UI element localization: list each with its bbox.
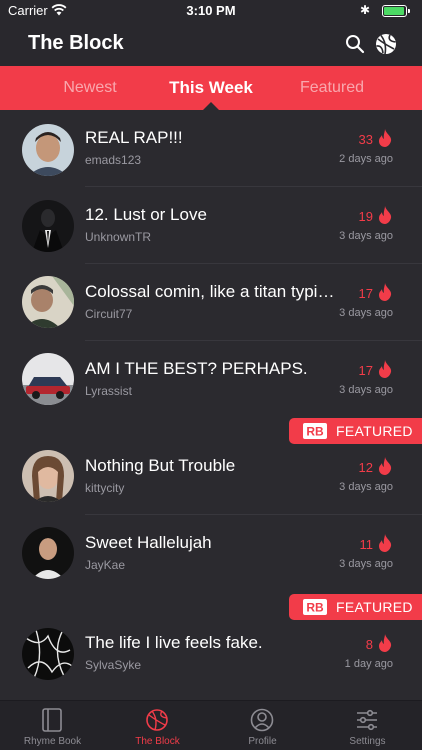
list-item[interactable]: 12. Lust or Love UnknownTR 19 3 days ago <box>0 187 422 264</box>
featured-label: FEATURED <box>336 599 413 615</box>
search-icon[interactable] <box>345 34 365 54</box>
avatar <box>22 200 74 252</box>
battery-level <box>384 7 404 15</box>
page-title: The Block <box>28 32 124 54</box>
book-icon <box>42 708 62 732</box>
block-icon <box>146 709 168 731</box>
bluetooth-icon: ✱ <box>360 3 371 17</box>
profile-icon <box>250 708 274 732</box>
battery-icon <box>382 5 407 17</box>
post-time: 3 days ago <box>339 384 393 396</box>
post-author: SylvaSyke <box>85 658 142 672</box>
tabbar-item-rhyme-book[interactable]: Rhyme Book <box>0 701 105 750</box>
flame-icon[interactable] <box>377 634 393 652</box>
tabbar-label: Profile <box>248 736 277 747</box>
flame-icon[interactable] <box>377 360 393 378</box>
tabbar-item-profile[interactable]: Profile <box>210 701 315 750</box>
list-item[interactable]: The life I live feels fake. SylvaSyke 8 … <box>0 615 422 692</box>
list-item[interactable]: Colossal comin, like a titan typing Circ… <box>0 264 422 341</box>
rhyme-book-logo-icon: RB <box>303 423 327 439</box>
battery-cap <box>408 9 410 13</box>
post-time: 3 days ago <box>339 558 393 570</box>
post-author: UnknownTR <box>85 230 152 244</box>
post-author: Circuit77 <box>85 307 133 321</box>
flame-icon[interactable] <box>377 457 393 475</box>
list-item[interactable]: AM I THE BEST? PERHAPS. Lyrassist 17 3 d… <box>0 341 422 418</box>
post-title: REAL RAP!!! <box>85 128 183 147</box>
post-title: The life I live feels fake. <box>85 633 263 652</box>
post-time: 2 days ago <box>339 153 393 165</box>
tab-featured[interactable]: Featured <box>287 66 377 110</box>
post-author: JayKae <box>85 558 126 572</box>
post-time: 3 days ago <box>339 307 393 319</box>
tabbar-label: The Block <box>135 736 180 747</box>
tabbar-item-settings[interactable]: Settings <box>315 701 420 750</box>
post-author: kittycity <box>85 481 125 495</box>
list-item[interactable]: Nothing But Trouble kittycity 12 3 days … <box>0 438 422 515</box>
like-count: 33 <box>358 132 373 147</box>
basketball-icon[interactable] <box>375 33 397 55</box>
avatar <box>22 527 74 579</box>
avatar <box>22 450 74 502</box>
post-time: 1 day ago <box>344 658 393 670</box>
tab-bar: Rhyme Book The Block Profile Settings <box>0 700 422 750</box>
flame-icon[interactable] <box>377 283 393 301</box>
post-title: Nothing But Trouble <box>85 456 236 475</box>
avatar <box>22 276 74 328</box>
feed-list[interactable]: REAL RAP!!! emads123 33 2 days ago 12. L… <box>0 110 422 700</box>
flame-icon[interactable] <box>377 129 393 147</box>
status-bar: Carrier 3:10 PM ✱ <box>0 0 422 22</box>
flame-icon[interactable] <box>377 534 393 552</box>
post-author: emads123 <box>85 153 142 167</box>
post-title: AM I THE BEST? PERHAPS. <box>85 359 308 378</box>
post-title: Sweet Hallelujah <box>85 533 212 552</box>
rhyme-book-logo-icon: RB <box>303 599 327 615</box>
like-count: 11 <box>359 537 374 552</box>
avatar <box>22 353 74 405</box>
post-time: 3 days ago <box>339 230 393 242</box>
featured-label: FEATURED <box>336 423 413 439</box>
like-count: 8 <box>365 637 373 652</box>
tab-newest[interactable]: Newest <box>45 66 135 110</box>
like-count: 19 <box>358 209 373 224</box>
post-author: Lyrassist <box>85 384 132 398</box>
tabbar-item-the-block[interactable]: The Block <box>105 701 210 750</box>
list-item[interactable]: REAL RAP!!! emads123 33 2 days ago <box>0 110 422 187</box>
like-count: 17 <box>358 363 373 378</box>
list-item[interactable]: Sweet Hallelujah JayKae 11 3 days ago <box>0 515 422 592</box>
tabbar-label: Rhyme Book <box>23 736 82 747</box>
clock: 3:10 PM <box>186 3 236 18</box>
nav-bar: The Block <box>0 22 422 66</box>
tabbar-label: Settings <box>349 736 386 747</box>
svg-text:RB: RB <box>306 425 324 439</box>
post-title: 12. Lust or Love <box>85 205 207 224</box>
like-count: 12 <box>358 460 373 475</box>
post-title: Colossal comin, like a titan typing <box>85 282 335 301</box>
active-tab-indicator <box>203 102 219 110</box>
avatar <box>22 124 74 176</box>
settings-icon <box>357 709 377 731</box>
svg-text:RB: RB <box>306 601 324 615</box>
avatar <box>22 628 74 680</box>
post-time: 3 days ago <box>339 481 393 493</box>
flame-icon[interactable] <box>377 206 393 224</box>
like-count: 17 <box>358 286 373 301</box>
